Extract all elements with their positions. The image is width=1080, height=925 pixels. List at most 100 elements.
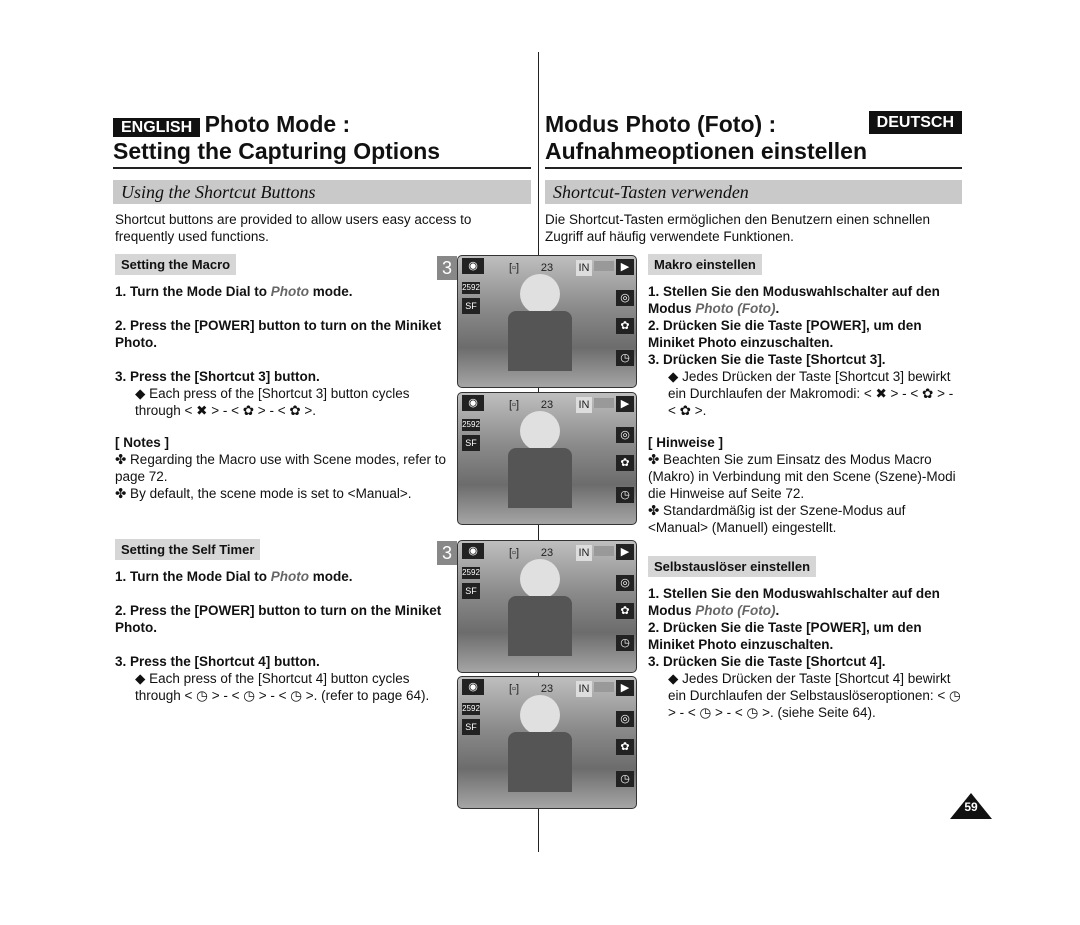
macro-de: Makro einstellen 1. Stellen Sie den Modu… (648, 254, 963, 536)
timer-icon: ◷ (616, 635, 634, 651)
eye-icon: ◎ (616, 711, 634, 727)
step-2: 2. Drücken Sie die Taste [POWER], um den… (648, 620, 922, 652)
title-en-line1: Photo Mode : (204, 111, 351, 137)
playback-icon: ▶ (616, 544, 634, 560)
lang-badge-de: DEUTSCH (868, 111, 962, 134)
step-1: 1. Stellen Sie den Moduswahlschalter auf… (648, 586, 940, 618)
macro-icon: ✿ (616, 318, 634, 334)
playback-icon: ▶ (616, 259, 634, 275)
resolution-icon: 2592 (462, 282, 480, 294)
step-2: 2. Press the [POWER] button to turn on t… (115, 603, 442, 635)
resolution-icon: 2592 (462, 567, 480, 579)
subheading: Makro einstellen (648, 254, 762, 275)
step-1-mode: Photo (270, 569, 310, 584)
lang-badge-en: ENGLISH (113, 118, 201, 137)
notes-heading: [ Notes ] (115, 435, 169, 450)
intro-de: Die Shortcut-Tasten ermöglichen den Benu… (545, 212, 930, 244)
eye-icon: ◎ (616, 290, 634, 306)
note-1: ✤ Beachten Sie zum Einsatz des Modus Mac… (648, 452, 956, 501)
timer-en: Setting the Self Timer 1. Turn the Mode … (115, 539, 450, 704)
resolution-icon: 2592 (462, 703, 480, 715)
camera-icon: ◉ (462, 258, 484, 274)
step-3: 3. Drücken Sie die Taste [Shortcut 4]. (648, 654, 886, 669)
macro-icon: ✿ (616, 603, 634, 619)
child-body (508, 732, 572, 792)
camera-icon: ◉ (462, 543, 484, 559)
child-face (520, 559, 560, 599)
section-heading-de: Shortcut-Tasten verwenden (545, 180, 962, 204)
camera-screen-image: ◉ [▫] 23 IN ▶ 2592 SF ◎ ✿ ◷ (457, 676, 637, 809)
page-number: 59 (964, 800, 978, 814)
focus-icon: [▫] (508, 262, 519, 274)
note-2: ✤ Standardmäßig ist der Szene-Modus auf … (648, 503, 906, 535)
camera-icon: ◉ (462, 395, 484, 411)
battery-icon (594, 682, 614, 692)
quality-icon: SF (462, 298, 480, 314)
step-1-mode: Photo (Foto) (695, 301, 776, 316)
step-badge: 3 (437, 541, 457, 565)
step-3: 3. Drücken Sie die Taste [Shortcut 3]. (648, 352, 886, 367)
rule-de (545, 167, 962, 169)
child-body (508, 596, 572, 656)
step-1-end: . (775, 603, 780, 618)
child-face (520, 274, 560, 314)
step-3: 3. Press the [Shortcut 3] button. (115, 369, 320, 384)
step-1: 1. Turn the Mode Dial to (115, 569, 271, 584)
title-de-line2: Aufnahmeoptionen einstellen (545, 138, 868, 164)
focus-icon: [▫] (508, 399, 519, 411)
intro-en: Shortcut buttons are provided to allow u… (115, 212, 472, 244)
focus-icon: [▫] (508, 683, 519, 695)
playback-icon: ▶ (616, 396, 634, 412)
step-1-mode: Photo (Foto) (695, 603, 776, 618)
camera-screen-image: ◉ [▫] 23 IN ▶ 2592 SF ◎ ✿ ◷ (457, 540, 637, 673)
subheading: Selbstauslöser einstellen (648, 556, 817, 577)
timer-de: Selbstauslöser einstellen 1. Stellen Sie… (648, 556, 963, 721)
note-2: ✤ By default, the scene mode is set to <… (115, 486, 412, 501)
title-de-line1: Modus Photo (Foto) : (545, 111, 777, 137)
resolution-icon: 2592 (462, 419, 480, 431)
title-en-line2: Setting the Capturing Options (113, 138, 441, 164)
timer-icon: ◷ (616, 487, 634, 503)
eye-icon: ◎ (616, 575, 634, 591)
step-1: 1. Turn the Mode Dial to (115, 284, 271, 299)
step-badge: 3 (437, 256, 457, 280)
step-1-mode: Photo (270, 284, 310, 299)
manual-page: ENGLISH Photo Mode : Setting the Capturi… (0, 0, 1080, 925)
step-3: 3. Press the [Shortcut 4] button. (115, 654, 320, 669)
rule-en (113, 167, 531, 169)
note-1: ✤ Regarding the Macro use with Scene mod… (115, 452, 446, 484)
step-1: 1. Stellen Sie den Moduswahlschalter auf… (648, 284, 940, 316)
focus-icon: [▫] (508, 547, 519, 559)
quality-icon: SF (462, 583, 480, 599)
eye-icon: ◎ (616, 427, 634, 443)
title-en: ENGLISH Photo Mode : Setting the Capturi… (113, 111, 440, 165)
shot-count: 23 (540, 547, 554, 559)
bullet: ◆ Jedes Drücken der Taste [Shortcut 4] b… (668, 671, 961, 720)
camera-icon: ◉ (462, 679, 484, 695)
macro-en: Setting the Macro 1. Turn the Mode Dial … (115, 254, 450, 502)
child-body (508, 311, 572, 371)
macro-icon: ✿ (616, 455, 634, 471)
child-face (520, 695, 560, 735)
quality-icon: SF (462, 435, 480, 451)
shot-count: 23 (540, 683, 554, 695)
bullet: ◆ Each press of the [Shortcut 4] button … (135, 671, 430, 703)
timer-icon: ◷ (616, 771, 634, 787)
notes-heading: [ Hinweise ] (648, 435, 724, 450)
memory-icon: IN (576, 681, 592, 697)
quality-icon: SF (462, 719, 480, 735)
step-2: 2. Press the [POWER] button to turn on t… (115, 318, 442, 350)
shot-count: 23 (540, 399, 554, 411)
section-heading-en: Using the Shortcut Buttons (113, 180, 531, 204)
title-de: Modus Photo (Foto) : DEUTSCH Aufnahmeopt… (545, 111, 962, 165)
battery-icon (594, 546, 614, 556)
memory-icon: IN (576, 397, 592, 413)
shot-count: 23 (540, 262, 554, 274)
step-1-end: mode. (309, 569, 353, 584)
camera-screen-image: ◉ [▫] 23 IN ▶ 2592 SF ◎ ✿ ◷ (457, 255, 637, 388)
timer-icon: ◷ (616, 350, 634, 366)
battery-icon (594, 261, 614, 271)
battery-icon (594, 398, 614, 408)
memory-icon: IN (576, 545, 592, 561)
bullet: ◆ Jedes Drücken der Taste [Shortcut 3] b… (668, 369, 954, 418)
